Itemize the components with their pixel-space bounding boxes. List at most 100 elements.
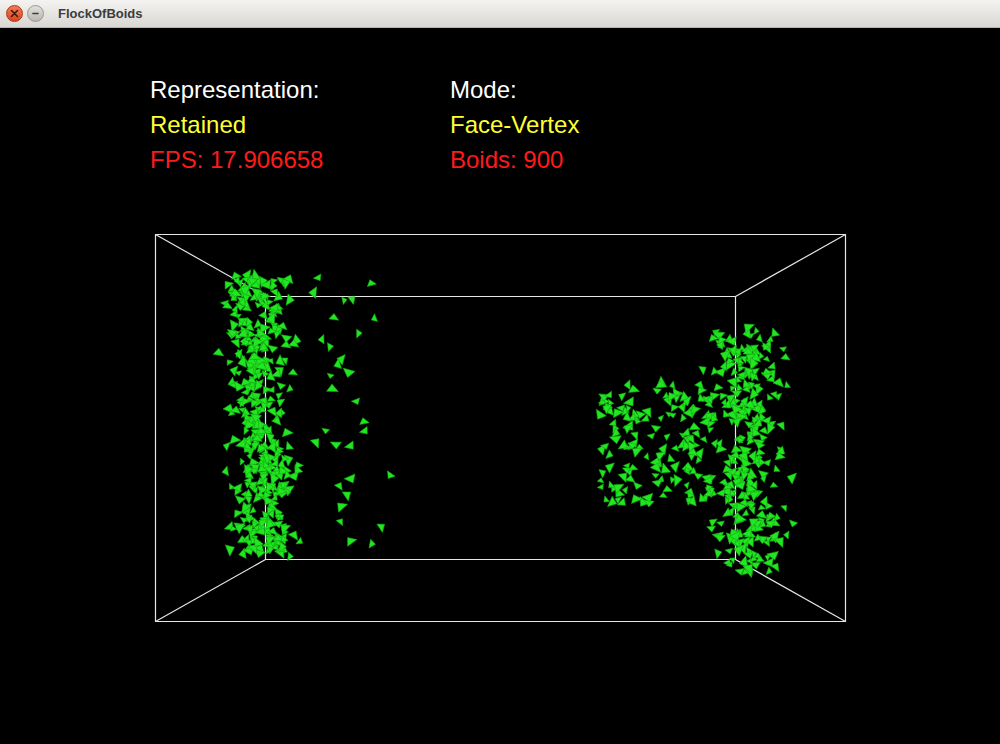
- boid: [618, 440, 627, 449]
- boid: [680, 391, 688, 401]
- boid: [756, 556, 765, 562]
- boid: [716, 489, 725, 496]
- boid: [235, 349, 242, 359]
- boid: [256, 372, 263, 379]
- boid: [652, 474, 659, 479]
- boid: [250, 414, 261, 422]
- boid: [225, 545, 234, 556]
- boid: [653, 388, 662, 394]
- boid: [242, 502, 250, 513]
- boid: [656, 380, 667, 387]
- boid: [632, 495, 643, 504]
- boid: [724, 560, 732, 567]
- boid: [606, 450, 613, 459]
- boid: [260, 280, 270, 289]
- boid: [249, 352, 260, 359]
- boid: [737, 437, 745, 443]
- minimize-button[interactable]: [27, 5, 44, 22]
- boid: [719, 337, 727, 344]
- boid: [235, 523, 245, 534]
- boid: [277, 399, 285, 407]
- boid: [259, 457, 265, 463]
- boid: [344, 441, 353, 449]
- boid: [628, 443, 636, 449]
- boid: [612, 428, 620, 437]
- boid: [596, 409, 606, 419]
- boid: [742, 386, 750, 393]
- boid: [709, 335, 718, 342]
- boid: [670, 477, 675, 484]
- boid: [246, 367, 254, 375]
- boid: [230, 435, 241, 444]
- boid: [753, 418, 761, 426]
- boid: [689, 423, 700, 430]
- boid: [334, 483, 342, 491]
- boid: [288, 531, 297, 540]
- boid: [742, 529, 751, 538]
- boid: [726, 337, 736, 345]
- boid: [664, 434, 670, 441]
- boid: [735, 569, 744, 576]
- boid: [271, 495, 277, 501]
- boid: [758, 406, 765, 414]
- boid: [723, 508, 732, 517]
- boid: [749, 451, 756, 462]
- boid: [348, 538, 357, 547]
- boid: [732, 391, 742, 397]
- boid: [336, 519, 343, 526]
- boid: [704, 489, 712, 496]
- boid: [263, 387, 271, 394]
- boid: [328, 343, 334, 352]
- boid: [688, 448, 698, 456]
- simulation-canvas[interactable]: Representation:RetainedFPS: 17.906658Mod…: [0, 28, 1000, 744]
- boid: [268, 328, 276, 334]
- boid: [267, 426, 272, 433]
- boid: [774, 538, 783, 548]
- boid: [731, 445, 742, 453]
- hud: Representation:RetainedFPS: 17.906658Mod…: [0, 28, 1000, 177]
- boid: [771, 563, 779, 571]
- boid: [774, 465, 780, 472]
- boid: [700, 417, 710, 426]
- boid: [223, 442, 230, 450]
- boid: [278, 459, 285, 468]
- boid: [737, 372, 745, 379]
- boid: [777, 422, 785, 430]
- boid: [766, 567, 772, 575]
- boid: [683, 409, 692, 417]
- boid: [338, 503, 348, 512]
- boid: [779, 347, 786, 352]
- boid: [351, 398, 359, 405]
- boid: [289, 340, 299, 347]
- boid: [781, 354, 790, 361]
- boid: [230, 289, 242, 297]
- boid: [714, 534, 725, 542]
- boid: [342, 492, 351, 501]
- boid: [259, 407, 267, 412]
- hud-column: Representation:RetainedFPS: 17.906658: [150, 72, 450, 177]
- boid: [711, 439, 717, 448]
- boid: [730, 345, 737, 355]
- boid: [652, 480, 662, 487]
- boid: [754, 327, 759, 334]
- boid: [367, 280, 376, 287]
- boid: [268, 441, 276, 453]
- boid: [281, 525, 291, 534]
- boid: [759, 427, 768, 434]
- boid: [707, 526, 716, 532]
- boid: [267, 396, 275, 402]
- boid: [766, 537, 772, 543]
- boid: [258, 328, 266, 337]
- boid: [267, 300, 273, 306]
- boid: [668, 454, 675, 462]
- boid: [741, 397, 748, 407]
- boid: [271, 459, 278, 466]
- boid: [747, 433, 753, 441]
- boid: [282, 428, 293, 437]
- boid: [255, 380, 263, 391]
- boid: [318, 335, 324, 344]
- boid: [732, 404, 742, 414]
- close-button[interactable]: [6, 5, 23, 22]
- boid: [371, 314, 377, 322]
- bounding-box-edge: [736, 560, 846, 622]
